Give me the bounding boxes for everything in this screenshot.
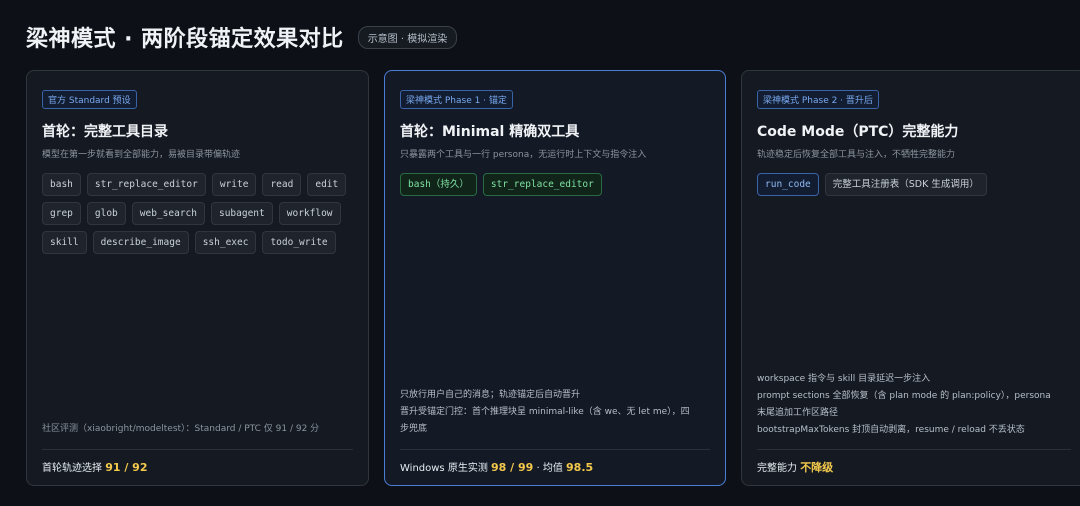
footer-separator: · 均值: [533, 463, 567, 474]
tool-chip: ssh_exec: [194, 231, 257, 254]
divider: [757, 449, 1071, 450]
tool-chip: bash: [42, 173, 81, 196]
tool-chip-list: bash（持久） str_replace_editor: [400, 173, 710, 196]
note-line: 末尾追加工作区路径: [757, 408, 839, 418]
card-footer: 完整能力 不降级: [757, 459, 833, 475]
tool-chip: skill: [42, 231, 87, 254]
note-line: workspace 指令与 skill 目录延迟一步注入: [757, 374, 931, 384]
note-line: 晋升受锚定门控：首个推理块呈 minimal-like（含 we、无 let m…: [400, 407, 690, 417]
note-line: 只放行用户自己的消息；轨迹锚定后自动晋升: [400, 390, 581, 400]
tool-chip-list: run_code 完整工具注册表（SDK 生成调用）: [757, 173, 1071, 196]
tool-chip: todo_write: [262, 231, 336, 254]
divider: [42, 449, 353, 450]
tool-chip: read: [262, 173, 302, 196]
tool-chip: subagent: [210, 202, 273, 225]
tool-chip: glob: [86, 202, 126, 225]
tool-chip: str_replace_editor: [86, 173, 206, 196]
footer-score: 91 / 92: [105, 461, 148, 474]
note-line: 步兜底: [400, 424, 428, 434]
note-line: 社区评测（xiaobright/modeltest）：Standard / PT…: [42, 424, 320, 434]
tool-chip: run_code: [757, 173, 819, 196]
card-phase1: 梁神模式 Phase 1 · 锚定 首轮：Minimal 精确双工具 只暴露两个…: [384, 70, 726, 486]
footer-label: 首轮轨迹选择: [42, 463, 102, 474]
tool-chip: web_search: [131, 202, 205, 225]
tool-chip-list: bash str_replace_editor write read edit …: [42, 173, 353, 254]
tool-chip: str_replace_editor: [482, 173, 602, 196]
card-notes: 只放行用户自己的消息；轨迹锚定后自动晋升 晋升受锚定门控：首个推理块呈 mini…: [400, 387, 715, 438]
card-notes: 社区评测（xiaobright/modeltest）：Standard / PT…: [42, 421, 358, 438]
header: 梁神模式 · 两阶段锚定效果对比 示意图 · 模拟渲染: [26, 20, 458, 54]
note-line: bootstrapMaxTokens 封顶自动剥离，resume / reloa…: [757, 425, 1025, 435]
card-desc: 轨迹稳定后恢复全部工具与注入，不牺牲完整能力: [757, 150, 956, 160]
subtitle-badge: 示意图 · 模拟渲染: [357, 25, 458, 49]
card-footer: Windows 原生实测 98 / 99 · 均值 98.5: [400, 459, 593, 474]
tool-chip: workflow: [278, 202, 341, 225]
tool-chip: grep: [42, 202, 81, 225]
card-tag: 梁神模式 Phase 1 · 锚定: [400, 90, 513, 109]
tool-chip: write: [211, 173, 257, 196]
footer-score: 不降级: [800, 461, 834, 474]
note-line: prompt sections 全部恢复（含 plan mode 的 plan:…: [757, 391, 1051, 401]
card-desc: 只暴露两个工具与一行 persona，无运行时上下文与指令注入: [400, 150, 647, 160]
tool-chip: describe_image: [92, 231, 189, 254]
tool-chip: edit: [307, 173, 347, 196]
card-title: Code Mode（PTC）完整能力: [757, 124, 959, 140]
card-title: 首轮：Minimal 精确双工具: [400, 124, 580, 140]
card-title: 首轮：完整工具目录: [42, 124, 168, 140]
card-tag: 官方 Standard 预设: [42, 90, 137, 109]
card-footer: 首轮轨迹选择 91 / 92: [42, 459, 147, 474]
card-phase2: 梁神模式 Phase 2 · 晋升后 Code Mode（PTC）完整能力 轨迹…: [741, 70, 1080, 486]
tool-chip: 完整工具注册表（SDK 生成调用）: [824, 173, 987, 196]
footer-score: 98 / 99: [491, 461, 534, 474]
card-notes: workspace 指令与 skill 目录延迟一步注入 prompt sect…: [757, 371, 1076, 439]
card-desc: 模型在第一步就看到全部能力，易被目录带偏轨迹: [42, 150, 241, 160]
card-tag: 梁神模式 Phase 2 · 晋升后: [757, 90, 879, 109]
footer-label: 完整能力: [757, 463, 797, 474]
page-title: 梁神模式 · 两阶段锚定效果对比: [26, 27, 344, 52]
footer-label: Windows 原生实测: [400, 463, 488, 474]
divider: [400, 449, 710, 450]
footer-average: 98.5: [566, 461, 594, 474]
tool-chip: bash（持久）: [400, 173, 477, 196]
card-standard: 官方 Standard 预设 首轮：完整工具目录 模型在第一步就看到全部能力，易…: [26, 70, 369, 486]
